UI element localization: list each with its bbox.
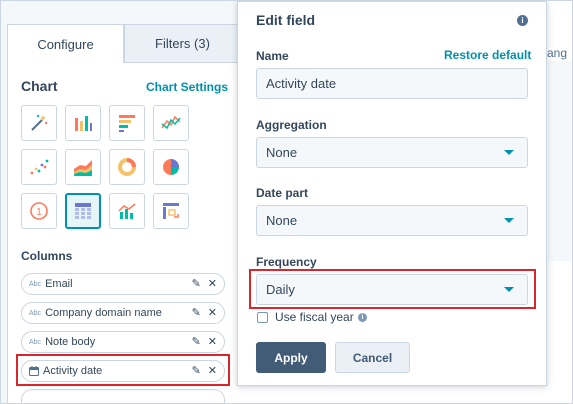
frequency-label: Frequency: [256, 255, 317, 269]
scatter-chart-icon[interactable]: [21, 149, 57, 185]
column-pill[interactable]: Abc Note body ✎ ✕: [21, 331, 225, 353]
apply-button[interactable]: Apply: [256, 342, 326, 373]
date-part-value: None: [266, 213, 298, 228]
name-field[interactable]: Activity date: [256, 68, 528, 99]
column-label: Note body: [45, 336, 96, 348]
pivot-table-icon[interactable]: [153, 193, 189, 229]
text-type-icon: Abc: [29, 338, 42, 346]
column-label: Company domain name: [45, 307, 162, 319]
aggregation-label: Aggregation: [256, 118, 327, 132]
background-content: ang: [547, 1, 572, 403]
line-chart-icon[interactable]: [153, 105, 189, 141]
chart-settings-link[interactable]: Chart Settings: [146, 80, 228, 94]
caret-down-icon: [504, 150, 514, 155]
date-part-select[interactable]: None: [256, 205, 528, 236]
area-chart-icon[interactable]: [65, 149, 101, 185]
pencil-icon[interactable]: ✎: [192, 307, 201, 319]
kpi-icon[interactable]: 1: [21, 193, 57, 229]
report-builder: Configure Filters (3) Chart Chart Settin…: [0, 0, 573, 404]
info-icon[interactable]: i: [358, 313, 367, 322]
fiscal-year-label: Use fiscal year: [275, 310, 354, 324]
configure-panel: Configure Filters (3) Chart Chart Settin…: [1, 1, 242, 403]
restore-default-link[interactable]: Restore default: [444, 48, 531, 62]
pencil-icon[interactable]: ✎: [192, 336, 201, 348]
combo-chart-icon[interactable]: [109, 193, 145, 229]
tab-filters[interactable]: Filters (3): [124, 24, 241, 63]
table-icon[interactable]: [65, 193, 101, 229]
svg-text:1: 1: [36, 207, 42, 218]
pencil-icon[interactable]: ✎: [192, 278, 201, 290]
columns-heading: Columns: [21, 249, 73, 263]
highlight-box: [16, 354, 230, 386]
column-pill[interactable]: Abc Company domain name ✎ ✕: [21, 302, 225, 324]
column-pill-partial[interactable]: [21, 389, 225, 403]
horizontal-bar-chart-icon[interactable]: [109, 105, 145, 141]
background-text: ang: [547, 46, 568, 60]
date-part-label: Date part: [256, 186, 309, 200]
vertical-bar-chart-icon[interactable]: [65, 105, 101, 141]
close-icon[interactable]: ✕: [208, 307, 217, 319]
cancel-button[interactable]: Cancel: [335, 342, 410, 373]
close-icon[interactable]: ✕: [208, 278, 217, 290]
donut-chart-icon[interactable]: [109, 149, 145, 185]
aggregation-select[interactable]: None: [256, 137, 528, 168]
tab-configure[interactable]: Configure: [7, 24, 124, 64]
fiscal-year-checkbox[interactable]: [257, 312, 268, 323]
pie-chart-icon[interactable]: [153, 149, 189, 185]
info-icon[interactable]: i: [517, 15, 528, 26]
column-label: Email: [45, 278, 73, 290]
caret-down-icon: [504, 218, 514, 223]
magic-wand-icon[interactable]: [21, 105, 57, 141]
text-type-icon: Abc: [29, 309, 42, 317]
text-type-icon: Abc: [29, 280, 42, 288]
background-area: [548, 61, 572, 261]
name-label: Name: [256, 49, 289, 63]
aggregation-value: None: [266, 145, 298, 160]
close-icon[interactable]: ✕: [208, 336, 217, 348]
panel-title: Edit field: [256, 12, 316, 28]
column-pill[interactable]: Abc Email ✎ ✕: [21, 273, 225, 295]
highlight-box: [249, 269, 536, 309]
chart-heading: Chart: [21, 78, 58, 94]
